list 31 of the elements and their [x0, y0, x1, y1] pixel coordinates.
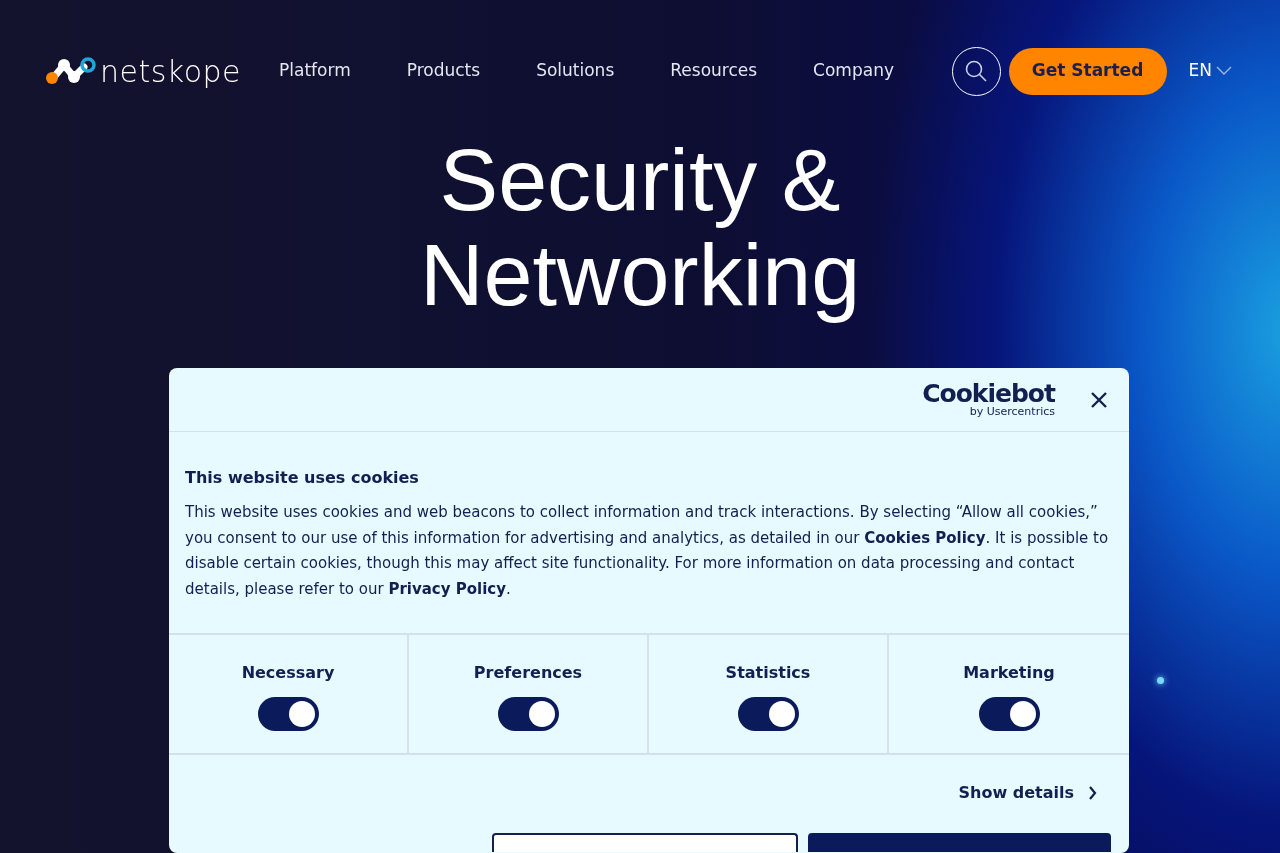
dialog-title: This website uses cookies: [185, 467, 420, 489]
category-label: Statistics: [725, 661, 811, 684]
chevron-down-icon: [1216, 66, 1232, 76]
glow-dot: [1157, 677, 1164, 684]
language-selector[interactable]: EN: [1182, 57, 1238, 85]
toggle-switch[interactable]: [978, 696, 1040, 731]
secondary-button[interactable]: [492, 832, 798, 852]
category-label: Necessary: [241, 661, 335, 684]
toggle-switch[interactable]: [497, 696, 559, 731]
nav-link[interactable]: Resources: [670, 58, 758, 84]
nav-link[interactable]: Company: [813, 58, 894, 84]
search-icon: [964, 59, 989, 83]
category-label: Marketing: [963, 661, 1055, 684]
close-icon: [1091, 392, 1107, 408]
logo-text[interactable]: netskope: [100, 48, 242, 94]
headline-line: Security &: [438, 132, 842, 227]
dialog-text: This website uses cookies and web beacons to collect information and track interactions. By selecting “Allow all cookies,” you consent to our use of this information for advertising and analytics, as detailed in our Cookies Policy. It is possible to disable certain cookies, though this may affect site functionality. For more information on data processing and contact details, please refer to our Privacy Policy.: [185, 502, 1110, 601]
logo-icon: [46, 57, 96, 85]
cookiebot-logo: Cookiebot: [922, 381, 1055, 406]
nav-link[interactable]: Platform: [279, 58, 351, 84]
headline-line: Networking: [418, 227, 862, 322]
primary-button[interactable]: [808, 832, 1111, 852]
nav-link[interactable]: Products: [406, 58, 481, 84]
category-label: Preferences: [473, 661, 583, 684]
chevron-right-icon: [1088, 785, 1097, 800]
toggle-switch[interactable]: [737, 696, 799, 731]
nav-link[interactable]: Solutions: [536, 58, 615, 84]
toggle-switch[interactable]: [257, 696, 319, 731]
get-started-button[interactable]: Get Started: [1008, 47, 1167, 95]
cookiebot-subtitle: by Usercentrics: [969, 405, 1055, 418]
show-details-link[interactable]: Show details: [958, 780, 1097, 805]
